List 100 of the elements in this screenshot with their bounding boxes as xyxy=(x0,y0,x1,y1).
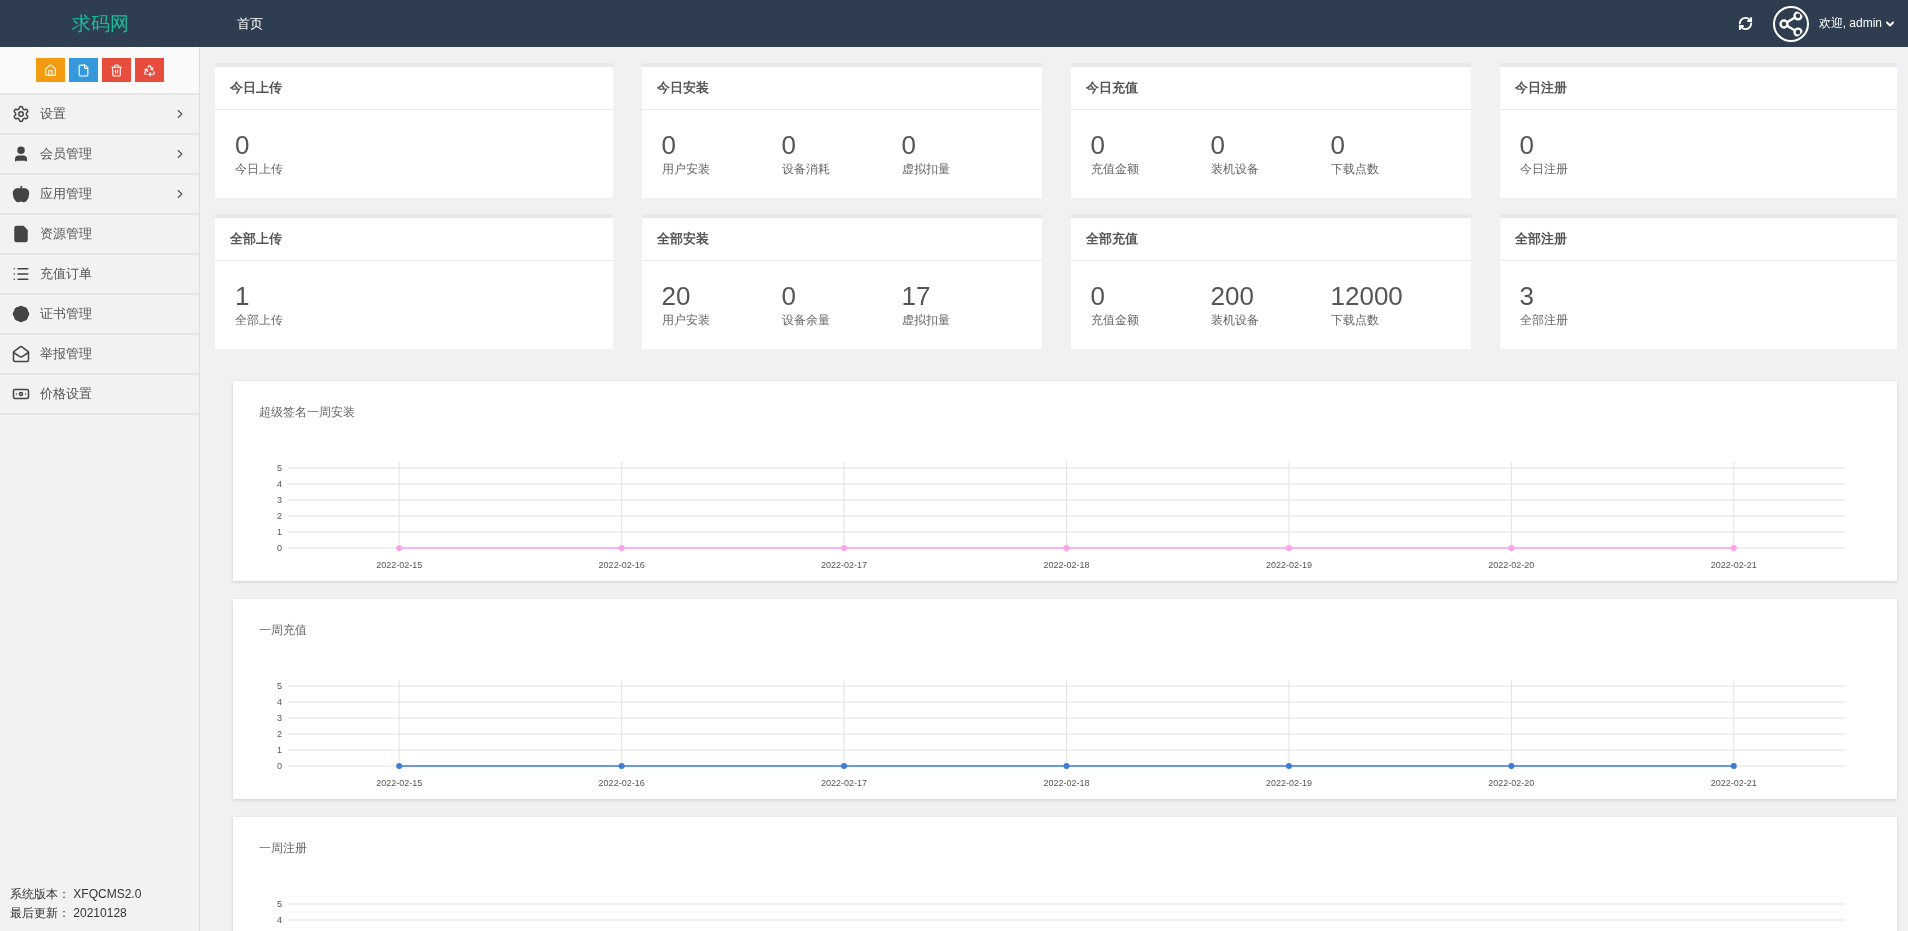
axis-tick-label: 5 xyxy=(277,899,282,909)
data-point xyxy=(1508,763,1515,769)
stat-label: 用户安装 xyxy=(661,311,711,329)
axis-tick-label: 2022-02-17 xyxy=(821,560,868,570)
axis-tick-label: 2022-02-21 xyxy=(1710,560,1757,570)
sidebar-item[interactable]: 充值订单 xyxy=(0,255,199,295)
chart-title: 超级签名一周安装 xyxy=(258,404,356,421)
quick-button[interactable] xyxy=(68,58,98,82)
data-point xyxy=(618,763,625,769)
chart-title: 一周充值 xyxy=(258,622,308,639)
sidebar-item[interactable]: 应用管理 xyxy=(0,175,199,215)
recycle-icon xyxy=(142,63,156,77)
stat-value: 20 xyxy=(661,281,692,310)
card-title: 全部上传 xyxy=(215,218,613,261)
data-point xyxy=(396,763,403,769)
axis-tick-label: 2 xyxy=(277,729,282,739)
quick-button[interactable] xyxy=(101,58,131,82)
axis-tick-label: 2022-02-18 xyxy=(1043,778,1090,788)
stat-label: 虚拟扣量 xyxy=(901,160,951,178)
card-title: 全部安装 xyxy=(641,218,1042,261)
stat-label: 用户安装 xyxy=(661,160,711,178)
document-icon xyxy=(12,225,30,243)
stat-label: 今日上传 xyxy=(235,160,284,178)
stat-value: 0 xyxy=(235,130,251,159)
axis-tick-label: 5 xyxy=(277,463,282,473)
stat-label: 今日注册 xyxy=(1519,160,1569,178)
card-title: 全部注册 xyxy=(1499,218,1897,261)
stat-value: 1 xyxy=(235,281,251,310)
avatar-icon xyxy=(1772,5,1809,42)
data-point xyxy=(1063,763,1070,769)
logo: 求码网 xyxy=(70,11,130,36)
stat-value: 0 xyxy=(781,281,797,310)
data-point xyxy=(618,545,625,551)
card-title: 今日上传 xyxy=(215,67,613,110)
axis-tick-label: 2022-02-15 xyxy=(376,560,423,570)
user-menu[interactable]: 欢迎, admin xyxy=(1772,5,1896,42)
stat-label: 下载点数 xyxy=(1330,311,1380,329)
axis-tick-label: 2022-02-18 xyxy=(1043,560,1090,570)
stat-label: 设备消耗 xyxy=(781,160,831,178)
sidebar-item[interactable]: 价格设置 xyxy=(0,375,199,415)
quick-button[interactable] xyxy=(35,58,65,82)
axis-tick-label: 4 xyxy=(277,915,282,925)
quick-button[interactable] xyxy=(134,58,164,82)
data-point xyxy=(396,545,403,551)
envelope-icon xyxy=(12,345,30,363)
version-info: 系统版本： XFQCMS2.0 xyxy=(10,886,143,903)
stat-label: 全部上传 xyxy=(235,311,284,329)
stat-label: 充值金额 xyxy=(1090,160,1140,178)
stat-value: 0 xyxy=(1330,130,1346,159)
data-point xyxy=(1285,763,1292,769)
sidebar-item[interactable]: 资源管理 xyxy=(0,215,199,255)
axis-tick-label: 2022-02-19 xyxy=(1265,560,1312,570)
user-icon xyxy=(12,145,30,163)
stat-label: 装机设备 xyxy=(1210,311,1260,329)
axis-tick-label: 2022-02-21 xyxy=(1710,778,1757,788)
axis-tick-label: 2022-02-19 xyxy=(1265,778,1312,788)
axis-tick-label: 3 xyxy=(277,495,282,505)
data-point xyxy=(1063,545,1070,551)
document-icon xyxy=(76,63,90,77)
stat-label: 装机设备 xyxy=(1210,160,1260,178)
stat-label: 下载点数 xyxy=(1330,160,1380,178)
refresh-icon[interactable] xyxy=(1737,16,1753,31)
data-point xyxy=(1508,545,1515,551)
version-info: 最后更新： 20210128 xyxy=(10,905,128,922)
axis-tick-label: 1 xyxy=(277,745,282,755)
stat-value: 3 xyxy=(1519,281,1535,310)
axis-tick-label: 2022-02-20 xyxy=(1488,560,1535,570)
card-title: 全部充值 xyxy=(1070,218,1471,261)
stat-value: 0 xyxy=(661,130,677,159)
axis-tick-label: 0 xyxy=(277,543,282,553)
card-title: 今日注册 xyxy=(1499,67,1897,110)
chart-title: 一周注册 xyxy=(258,840,308,857)
stat-value: 0 xyxy=(901,130,917,159)
stat-value: 17 xyxy=(901,281,932,310)
data-point xyxy=(1730,763,1737,769)
stat-value: 0 xyxy=(1210,130,1226,159)
axis-tick-label: 4 xyxy=(277,479,282,489)
list-icon xyxy=(12,265,30,283)
nav-link[interactable]: 首页 xyxy=(237,14,263,33)
stat-value: 0 xyxy=(1090,281,1106,310)
axis-tick-label: 5 xyxy=(277,681,282,691)
sidebar-item[interactable]: 证书管理 xyxy=(0,295,199,335)
sidebar-item[interactable]: 举报管理 xyxy=(0,335,199,375)
axis-tick-label: 2022-02-17 xyxy=(821,778,868,788)
stat-value: 0 xyxy=(781,130,797,159)
stat-label: 充值金额 xyxy=(1090,311,1140,329)
trash-icon xyxy=(109,63,123,77)
axis-tick-label: 2022-02-20 xyxy=(1488,778,1535,788)
axis-tick-label: 3 xyxy=(277,713,282,723)
stat-label: 设备余量 xyxy=(781,311,831,329)
gears-icon xyxy=(12,105,30,123)
card-title: 今日安装 xyxy=(641,67,1042,110)
sidebar-item[interactable]: 会员管理 xyxy=(0,135,199,175)
axis-tick-label: 2022-02-16 xyxy=(598,778,645,788)
sidebar-item[interactable]: 设置 xyxy=(0,95,199,135)
badge-icon xyxy=(12,305,30,323)
data-point xyxy=(1730,545,1737,551)
card-title: 今日充值 xyxy=(1070,67,1471,110)
stat-value: 12000 xyxy=(1330,281,1404,310)
stat-label: 全部注册 xyxy=(1519,311,1569,329)
